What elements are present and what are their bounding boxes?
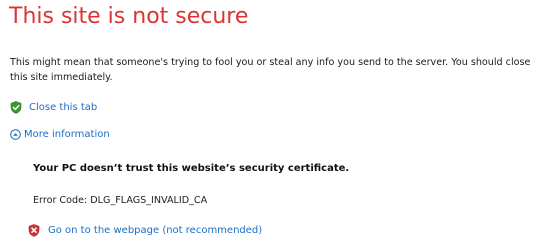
go-on-row[interactable]: Go on to the webpage (not recommended) — [28, 224, 262, 237]
close-tab-link[interactable]: Close this tab — [29, 102, 97, 113]
certificate-trust-message: Your PC doesn’t trust this website’s sec… — [33, 163, 350, 174]
more-information-row[interactable]: More information — [10, 129, 110, 140]
error-code: Error Code: DLG_FLAGS_INVALID_CA — [33, 195, 208, 206]
shield-x-icon — [28, 224, 40, 237]
more-information-link[interactable]: More information — [24, 129, 110, 140]
shield-check-icon — [10, 101, 22, 114]
details-panel: Your PC doesn’t trust this website’s sec… — [33, 163, 350, 206]
circle-chevron-up-icon[interactable] — [10, 129, 21, 140]
close-tab-row[interactable]: Close this tab — [10, 101, 97, 114]
page-title: This site is not secure — [9, 4, 249, 29]
warning-description: This might mean that someone's trying to… — [10, 57, 531, 83]
go-on-to-webpage-link[interactable]: Go on to the webpage (not recommended) — [48, 225, 262, 236]
